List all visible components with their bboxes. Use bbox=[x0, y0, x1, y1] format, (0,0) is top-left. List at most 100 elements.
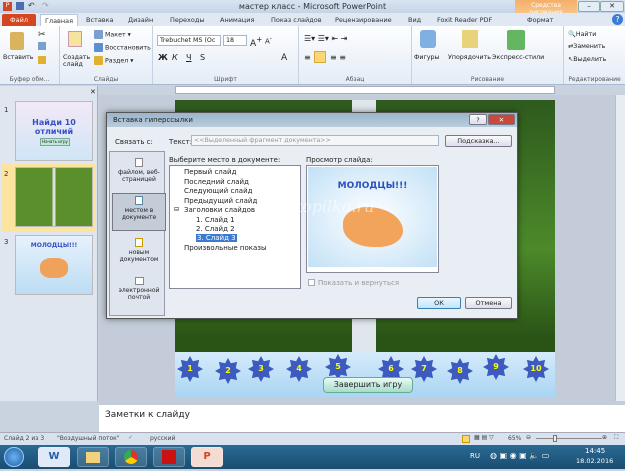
paste-button[interactable]: Вставить bbox=[3, 54, 34, 61]
dialog-title: Вставка гиперссылки bbox=[107, 113, 517, 127]
tab-file[interactable]: Файл bbox=[2, 14, 36, 26]
font-family-select[interactable]: Trebuchet MS (Ос bbox=[157, 35, 221, 46]
notes-input[interactable]: Заметки к слайду bbox=[99, 401, 625, 432]
number-star-10[interactable]: 10 bbox=[523, 356, 549, 382]
number-star-7[interactable]: 7 bbox=[411, 356, 437, 382]
display-text-input[interactable]: <<Выделенный фрагмент документа>> bbox=[191, 135, 439, 146]
zoom-out-icon[interactable]: ⊖ bbox=[526, 434, 531, 441]
tab-foxit[interactable]: Foxit Reader PDF bbox=[437, 14, 492, 26]
bullets-button[interactable]: ☰▾ ☰▾ ⇤ ⇥ bbox=[304, 34, 347, 43]
taskbar-word[interactable]: W bbox=[38, 447, 70, 467]
section-button[interactable]: Раздел ▾ bbox=[94, 56, 133, 65]
number-star-4[interactable]: 4 bbox=[286, 356, 312, 382]
help-button[interactable]: ? bbox=[469, 114, 487, 125]
format-painter-icon[interactable] bbox=[38, 56, 46, 64]
link-option-email[interactable]: электронной почтой bbox=[112, 275, 166, 301]
zoom-in-icon[interactable]: ⊕ bbox=[602, 434, 607, 441]
cancel-button[interactable]: Отмена bbox=[465, 297, 512, 309]
bold-button[interactable]: Ж bbox=[158, 53, 168, 62]
slide-thumbnail-1[interactable]: Найди 10 отличий Начать игру bbox=[15, 101, 93, 161]
slide-thumbnail-2[interactable] bbox=[15, 167, 93, 227]
strikethrough-button[interactable]: S bbox=[200, 53, 205, 62]
close-button[interactable]: ✕ bbox=[600, 1, 624, 12]
normal-view-icon[interactable] bbox=[462, 435, 470, 443]
align-right-button[interactable]: ≡ ≡ bbox=[330, 53, 346, 62]
italic-button[interactable]: К bbox=[172, 53, 178, 62]
screentip-button[interactable]: Подсказка... bbox=[445, 135, 512, 147]
tab-design[interactable]: Дизайн bbox=[128, 14, 153, 26]
zoom-slider-thumb[interactable] bbox=[553, 435, 557, 442]
tab-view[interactable]: Вид bbox=[408, 14, 421, 26]
taskbar-explorer[interactable] bbox=[77, 447, 109, 467]
copy-icon[interactable] bbox=[38, 42, 46, 50]
vertical-scrollbar[interactable] bbox=[615, 95, 625, 401]
taskbar-acrobat[interactable] bbox=[153, 447, 185, 467]
tree-item-selected[interactable]: 3. Слайд 3 bbox=[196, 234, 237, 242]
ok-button[interactable]: ОК bbox=[417, 297, 461, 309]
select-button[interactable]: ↖Выделить bbox=[568, 56, 606, 63]
view-buttons[interactable]: ▦ ▤ ▽ bbox=[474, 434, 494, 441]
font-size-select[interactable]: 18 bbox=[223, 35, 247, 46]
start-button[interactable] bbox=[4, 447, 24, 467]
language[interactable]: русский bbox=[150, 435, 175, 442]
collapse-icon[interactable]: ⊟ bbox=[174, 206, 179, 213]
tree-item[interactable]: 2. Слайд 2 bbox=[196, 225, 235, 233]
tray-icons[interactable]: ◍ ▣ ◉ ▣ 🔈 ▭ bbox=[490, 451, 549, 460]
number-star-8[interactable]: 8 bbox=[447, 358, 473, 384]
tree-item[interactable]: Первый слайд bbox=[184, 168, 236, 176]
grow-font-button[interactable]: A+ bbox=[250, 35, 262, 49]
clock-time[interactable]: 14:45 bbox=[585, 447, 605, 455]
align-left-button[interactable]: ≡ bbox=[304, 53, 311, 62]
shrink-font-button[interactable]: A- bbox=[265, 36, 272, 45]
taskbar-powerpoint[interactable]: P bbox=[191, 447, 223, 467]
minimize-button[interactable]: – bbox=[578, 1, 600, 12]
layout-button[interactable]: Макет ▾ bbox=[94, 30, 131, 39]
close-pane-icon[interactable]: ✕ bbox=[90, 88, 96, 96]
tab-format[interactable]: Формат bbox=[527, 14, 553, 26]
tab-slideshow[interactable]: Показ слайдов bbox=[271, 14, 322, 26]
tree-item[interactable]: Последний слайд bbox=[184, 178, 249, 186]
new-slide-button[interactable]: Создать слайд bbox=[63, 54, 90, 68]
link-option-place-in-document[interactable]: местом в документе bbox=[112, 193, 166, 231]
help-icon[interactable]: ? bbox=[612, 14, 623, 25]
tab-review[interactable]: Рецензирование bbox=[335, 14, 392, 26]
dialog-close-button[interactable]: ✕ bbox=[488, 114, 515, 125]
tab-home[interactable]: Главная bbox=[40, 14, 78, 26]
clock-date[interactable]: 18.02.2016 bbox=[576, 457, 613, 465]
link-option-new-document[interactable]: новым документом bbox=[112, 236, 166, 263]
number-star-2[interactable]: 2 bbox=[215, 358, 241, 384]
tree-item[interactable]: Заголовки слайдов bbox=[184, 206, 255, 214]
align-center-button[interactable] bbox=[314, 51, 326, 63]
tree-item[interactable]: 1. Слайд 1 bbox=[196, 216, 235, 224]
input-language[interactable]: RU bbox=[470, 452, 480, 460]
font-color-button[interactable]: A bbox=[281, 53, 287, 63]
tab-animation[interactable]: Анимация bbox=[220, 14, 254, 26]
number-star-1[interactable]: 1 bbox=[177, 356, 203, 382]
new-document-icon bbox=[135, 238, 143, 247]
fit-slide-icon[interactable]: ⛶ bbox=[614, 434, 618, 442]
taskbar-chrome[interactable] bbox=[115, 447, 147, 467]
replace-button[interactable]: ⇄Заменить bbox=[568, 43, 605, 50]
arrange-button[interactable]: Упорядочить bbox=[448, 54, 491, 61]
tree-item[interactable]: Произвольные показы bbox=[184, 244, 267, 252]
zoom-level[interactable]: 65% bbox=[508, 435, 521, 442]
number-star-9[interactable]: 9 bbox=[483, 354, 509, 380]
quick-styles-button[interactable]: Экспресс-стили bbox=[492, 54, 544, 61]
find-button[interactable]: 🔍Найти bbox=[568, 30, 596, 38]
finish-game-button[interactable]: Завершить игру bbox=[323, 377, 413, 393]
place-tree[interactable]: Первый слайд Последний слайд Следующий с… bbox=[169, 165, 301, 289]
zoom-slider[interactable] bbox=[536, 438, 602, 439]
tab-insert[interactable]: Вставка bbox=[86, 14, 114, 26]
tree-item[interactable]: Следующий слайд bbox=[184, 187, 252, 195]
show-return-checkbox[interactable] bbox=[308, 279, 315, 286]
number-star-3[interactable]: 3 bbox=[248, 356, 274, 382]
spellcheck-icon[interactable]: ✓ bbox=[128, 434, 133, 441]
tab-transitions[interactable]: Переходы bbox=[170, 14, 204, 26]
shapes-button[interactable]: Фигуры bbox=[414, 54, 440, 61]
reset-button[interactable]: Восстановить bbox=[94, 43, 151, 52]
cut-icon[interactable]: ✂ bbox=[38, 30, 46, 40]
slide-thumbnail-3[interactable]: МОЛОДЦЫ!!! bbox=[15, 235, 93, 295]
underline-button[interactable]: Ч bbox=[186, 53, 191, 62]
tree-item[interactable]: Предыдущий слайд bbox=[184, 197, 257, 205]
link-option-file[interactable]: файлом, веб-страницей bbox=[112, 156, 166, 183]
